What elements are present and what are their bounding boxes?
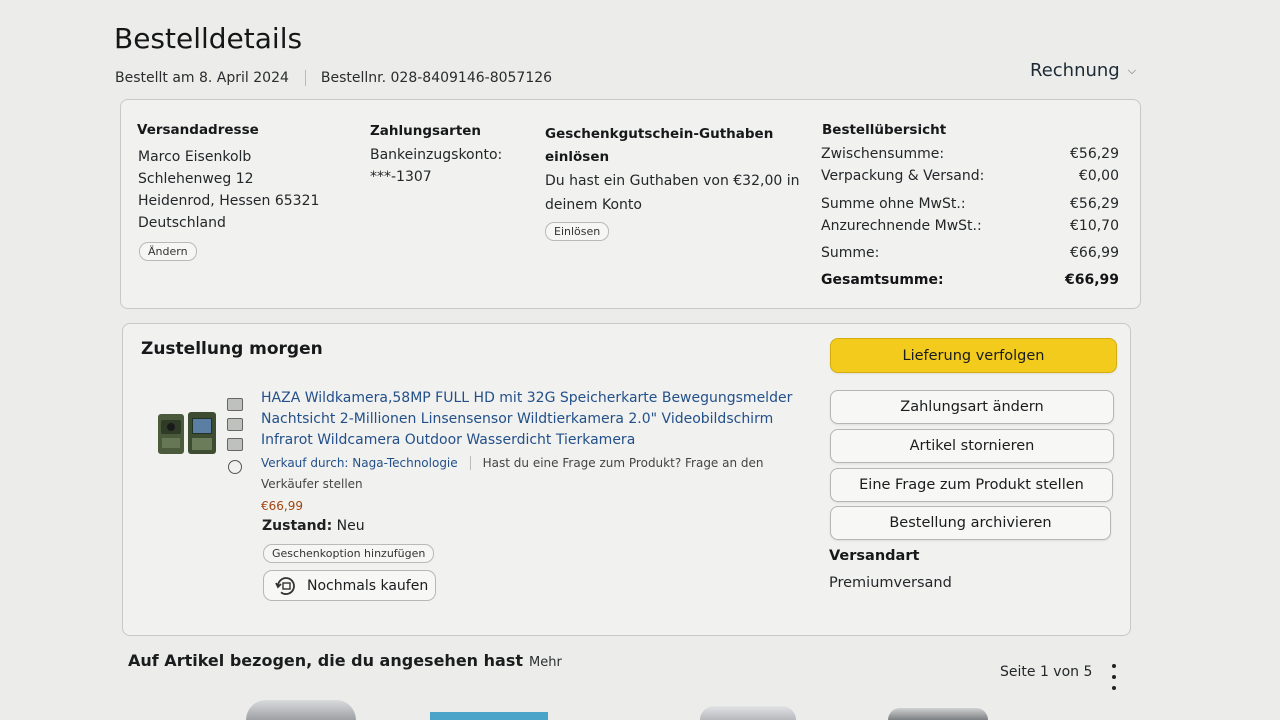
giftcard-heading-line: Geschenkgutschein-Guthaben	[545, 126, 774, 142]
trail-camera-image	[158, 412, 216, 454]
summary-row: Zwischensumme: €56,29	[821, 146, 1119, 168]
timer-icon	[228, 460, 242, 474]
product-title-line: Infrarot Wildcamera Outdoor Wasserdicht …	[261, 432, 636, 448]
thumbnail-variant[interactable]	[227, 418, 243, 431]
giftcard-text-line: Du hast ein Guthaben von €32,00 in	[545, 173, 800, 189]
shipping-type-heading: Versandart	[829, 548, 920, 564]
condition-label: Zustand:	[262, 518, 333, 534]
ask-question-button[interactable]: Eine Frage zum Produkt stellen	[830, 468, 1113, 502]
payment-method-label: Bankeinzugskonto:	[370, 147, 503, 163]
divider	[469, 456, 471, 470]
payment-method: Bankeinzugskonto: ***-1307	[370, 144, 502, 188]
order-number: Bestellnr. 028-8409146-8057126	[320, 70, 553, 86]
payment-heading: Zahlungsarten	[370, 123, 482, 139]
summary-value: €0,00	[1078, 168, 1119, 184]
related-product-image[interactable]	[700, 706, 796, 720]
related-product-image[interactable]	[888, 708, 988, 720]
order-meta: Bestellt am 8. April 2024 Bestellnr. 028…	[115, 70, 552, 86]
buy-again-icon	[275, 576, 295, 595]
related-product-image[interactable]	[246, 700, 356, 720]
shipping-heading: Versandadresse	[137, 122, 259, 138]
giftcard-heading: Geschenkgutschein-Guthaben einlösen	[545, 123, 773, 169]
condition: Zustand: Neu	[262, 518, 365, 534]
product-title-line: Nachtsicht 2-Millionen Linsensensor Wild…	[261, 411, 774, 427]
delivery-heading: Zustellung morgen	[141, 339, 323, 359]
product-price: €66,99	[261, 499, 303, 513]
add-gift-option-button[interactable]: Geschenkoption hinzufügen	[263, 544, 435, 563]
thumbnail-variant[interactable]	[227, 398, 243, 411]
order-date: Bestellt am 8. April 2024	[115, 70, 289, 86]
address-line: Deutschland	[138, 215, 226, 231]
summary-total-value: €66,99	[1064, 272, 1119, 288]
giftcard-text-line: deinem Konto	[545, 197, 642, 213]
product-title-link[interactable]: HAZA Wildkamera,58MP FULL HD mit 32G Spe…	[261, 388, 792, 451]
address-line: Schlehenweg 12	[138, 171, 254, 187]
summary-total-row: Gesamtsumme: €66,99	[821, 272, 1119, 288]
summary-label: Summe:	[821, 245, 880, 261]
summary-row: Summe ohne MwSt.: €56,29	[821, 196, 1119, 218]
page-title: Bestelldetails	[114, 22, 303, 55]
summary-value: €66,99	[1070, 245, 1119, 261]
buy-again-button[interactable]: Nochmals kaufen	[263, 570, 436, 601]
condition-value: Neu	[336, 518, 365, 534]
summary-label: Summe ohne MwSt.:	[821, 196, 966, 212]
more-options-icon[interactable]	[1109, 664, 1119, 690]
product-image[interactable]	[156, 408, 218, 460]
summary-row: Summe: €66,99	[821, 245, 1119, 272]
summary-table: Zwischensumme: €56,29 Verpackung & Versa…	[821, 146, 1119, 288]
redeem-button[interactable]: Einlösen	[545, 222, 610, 241]
question-link[interactable]: Hast du eine Frage zum Produkt? Frage an…	[483, 456, 764, 470]
more-link[interactable]: Mehr	[529, 655, 562, 670]
seller-row: Verkauf durch: Naga-Technologie Hast du …	[261, 456, 764, 470]
page-indicator: Seite 1 von 5	[1000, 664, 1093, 680]
change-address-button[interactable]: Ändern	[139, 242, 197, 261]
related-title: Auf Artikel bezogen, die du angesehen ha…	[128, 651, 523, 670]
chevron-down-icon: ⌵	[1127, 63, 1137, 77]
buy-again-label: Nochmals kaufen	[307, 577, 429, 594]
summary-total-label: Gesamtsumme:	[821, 272, 944, 288]
thumbnail-variant[interactable]	[227, 438, 243, 451]
summary-label: Zwischensumme:	[821, 146, 945, 162]
seller-link[interactable]: Verkauf durch: Naga-Technologie	[261, 456, 458, 470]
divider	[304, 70, 306, 86]
question-link-continued[interactable]: Verkäufer stellen	[261, 477, 363, 491]
payment-account: ***-1307	[370, 169, 432, 185]
summary-row: Verpackung & Versand: €0,00	[821, 168, 1119, 196]
summary-label: Anzurechnende MwSt.:	[821, 218, 982, 234]
giftcard-balance: Du hast ein Guthaben von €32,00 in deine…	[545, 169, 799, 217]
summary-heading: Bestellübersicht	[822, 122, 947, 138]
summary-row: Anzurechnende MwSt.: €10,70	[821, 218, 1119, 245]
change-payment-button[interactable]: Zahlungsart ändern	[830, 390, 1114, 424]
summary-value: €10,70	[1070, 218, 1119, 234]
track-delivery-button[interactable]: Lieferung verfolgen	[830, 338, 1117, 373]
product-title-line: HAZA Wildkamera,58MP FULL HD mit 32G Spe…	[261, 390, 793, 406]
related-product-image[interactable]	[430, 712, 548, 720]
invoice-dropdown[interactable]: Rechnung ⌵	[1030, 60, 1136, 81]
shipping-type-value: Premiumversand	[829, 575, 952, 591]
invoice-label: Rechnung	[1030, 60, 1120, 81]
giftcard-heading-line: einlösen	[545, 149, 610, 165]
summary-label: Verpackung & Versand:	[821, 168, 985, 184]
summary-value: €56,29	[1070, 146, 1119, 162]
related-heading: Auf Artikel bezogen, die du angesehen ha…	[128, 651, 562, 670]
shipping-address: Marco Eisenkolb Schlehenweg 12 Heidenrod…	[138, 146, 319, 234]
summary-value: €56,29	[1070, 196, 1119, 212]
cancel-item-button[interactable]: Artikel stornieren	[830, 429, 1114, 463]
address-line: Marco Eisenkolb	[138, 149, 252, 165]
archive-order-button[interactable]: Bestellung archivieren	[830, 506, 1111, 540]
address-line: Heidenrod, Hessen 65321	[138, 193, 320, 209]
